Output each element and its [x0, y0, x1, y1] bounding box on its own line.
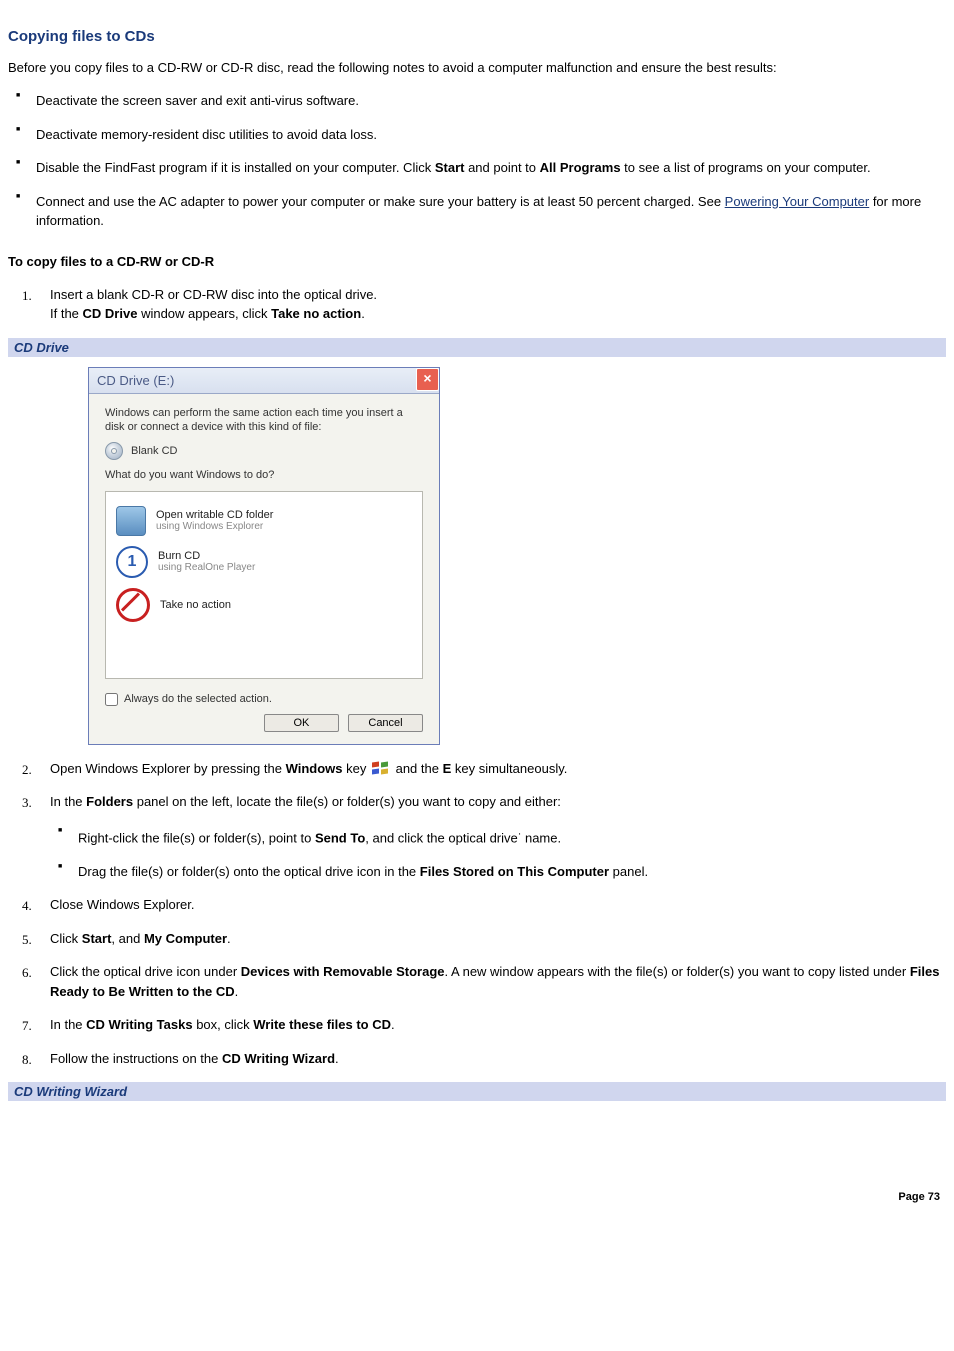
- note-item: Disable the FindFast program if it is in…: [8, 158, 946, 178]
- dialog-intro-text: Windows can perform the same action each…: [105, 406, 423, 435]
- realone-icon: 1: [116, 546, 148, 578]
- powering-your-computer-link[interactable]: Powering Your Computer: [725, 194, 870, 209]
- step-item: Insert a blank CD-R or CD-RW disc into t…: [30, 285, 946, 324]
- cd-icon: [105, 442, 123, 460]
- dialog-media-type: Blank CD: [105, 442, 423, 460]
- step-item: In the Folders panel on the left, locate…: [30, 792, 946, 881]
- no-action-icon: [116, 588, 150, 622]
- folder-icon: [116, 506, 146, 536]
- option-take-no-action[interactable]: Take no action: [114, 584, 414, 626]
- dialog-title-text: CD Drive (E:): [97, 373, 174, 388]
- subheading-to-copy: To copy files to a CD-RW or CD-R: [8, 253, 946, 271]
- dialog-prompt: What do you want Windows to do?: [105, 468, 423, 482]
- always-do-checkbox[interactable]: [105, 693, 118, 706]
- page-number: Page 73: [8, 1191, 946, 1203]
- step-item: Follow the instructions on the CD Writin…: [30, 1049, 946, 1069]
- section-bar-cd-drive: CD Drive: [8, 338, 946, 357]
- intro-paragraph: Before you copy files to a CD-RW or CD-R…: [8, 59, 946, 77]
- option-open-writable-folder[interactable]: Open writable CD folder using Windows Ex…: [114, 502, 414, 540]
- steps-list-1: Insert a blank CD-R or CD-RW disc into t…: [30, 285, 946, 324]
- cancel-button[interactable]: Cancel: [348, 714, 423, 732]
- note-item: Connect and use the AC adapter to power …: [8, 192, 946, 231]
- note-item: Deactivate the screen saver and exit ant…: [8, 91, 946, 111]
- section-bar-cd-writing-wizard: CD Writing Wizard: [8, 1082, 946, 1101]
- sub-bullets: Right-click the file(s) or folder(s), po…: [50, 826, 946, 881]
- step-item: Click Start, and My Computer.: [30, 929, 946, 949]
- ok-button[interactable]: OK: [264, 714, 339, 732]
- dialog-titlebar: CD Drive (E:) ×: [89, 368, 439, 394]
- sub-bullet-item: Right-click the file(s) or folder(s), po…: [50, 826, 946, 848]
- close-icon[interactable]: ×: [416, 368, 439, 391]
- step-item: Close Windows Explorer.: [30, 895, 946, 915]
- step-item: Open Windows Explorer by pressing the Wi…: [30, 759, 946, 779]
- dialog-options-list[interactable]: Open writable CD folder using Windows Ex…: [105, 491, 423, 679]
- steps-list-2: Open Windows Explorer by pressing the Wi…: [30, 759, 946, 1068]
- cd-drive-dialog-screenshot: CD Drive (E:) × Windows can perform the …: [88, 367, 946, 745]
- option-burn-cd[interactable]: 1 Burn CD using RealOne Player: [114, 542, 414, 582]
- step-item: In the CD Writing Tasks box, click Write…: [30, 1015, 946, 1035]
- note-item: Deactivate memory-resident disc utilitie…: [8, 125, 946, 145]
- always-do-label: Always do the selected action.: [124, 693, 272, 705]
- windows-key-icon: [372, 762, 390, 776]
- heading-copying-files: Copying files to CDs: [8, 28, 946, 45]
- step-item: Click the optical drive icon under Devic…: [30, 962, 946, 1001]
- sub-bullet-item: Drag the file(s) or folder(s) onto the o…: [50, 862, 946, 882]
- notes-list: Deactivate the screen saver and exit ant…: [8, 91, 946, 231]
